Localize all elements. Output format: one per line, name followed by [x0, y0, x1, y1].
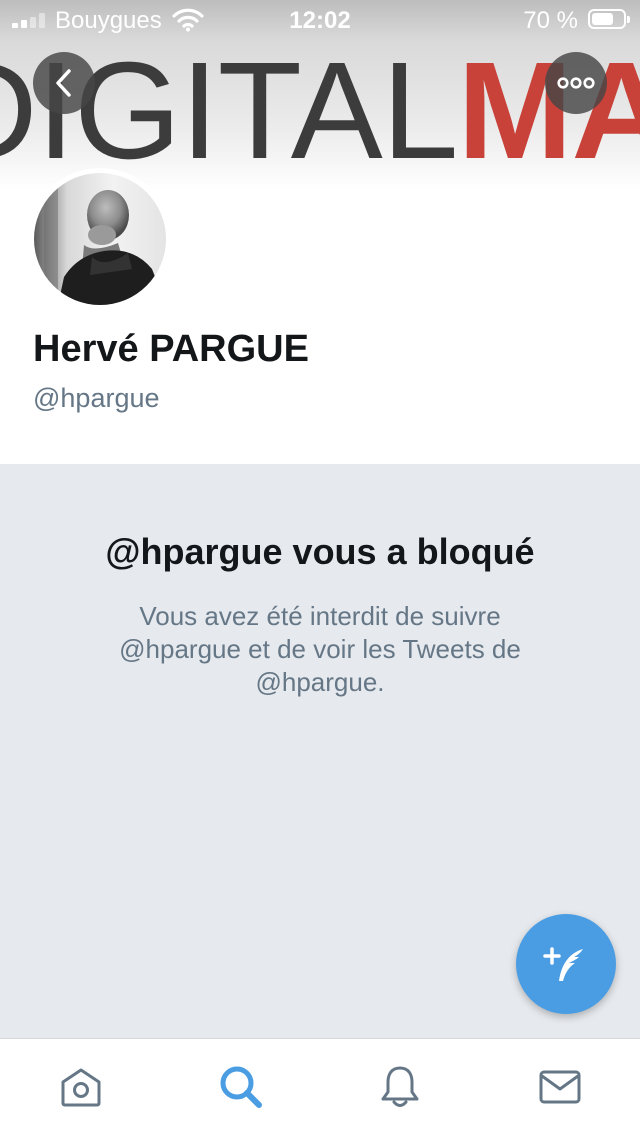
banner-logo-text: DIGITALMA: [0, 42, 640, 180]
mail-icon: [539, 1070, 581, 1104]
tab-bar: [0, 1038, 640, 1136]
search-icon: [220, 1066, 262, 1108]
back-button[interactable]: [33, 52, 95, 114]
home-icon: [61, 1068, 101, 1107]
blocked-title: @hpargue vous a bloqué: [105, 531, 535, 572]
battery-fill: [592, 13, 613, 25]
avatar-photo: [34, 173, 166, 305]
blocked-message: Vous avez été interdit de suivre @hpargu…: [119, 601, 521, 697]
bell-icon: [381, 1066, 419, 1107]
profile-name: Hervé PARGUE: [33, 328, 309, 370]
tab-search[interactable]: [217, 1063, 265, 1111]
profile-handle: @hpargue: [33, 383, 160, 413]
compose-feather-icon: [543, 947, 583, 981]
more-icon: [557, 77, 595, 89]
chevron-left-icon: [56, 69, 71, 97]
battery-icon: [588, 9, 630, 29]
compose-tweet-button[interactable]: [516, 914, 616, 1014]
more-options-button[interactable]: [545, 52, 607, 114]
tab-messages[interactable]: [536, 1063, 584, 1111]
tab-notifications[interactable]: [376, 1063, 424, 1111]
avatar[interactable]: [29, 168, 171, 310]
banner-text-part2: MA: [457, 34, 640, 188]
tab-home[interactable]: [57, 1063, 105, 1111]
battery-percent: 70 %: [523, 7, 578, 34]
status-bar: Bouygues 12:02 70 %: [0, 0, 640, 40]
